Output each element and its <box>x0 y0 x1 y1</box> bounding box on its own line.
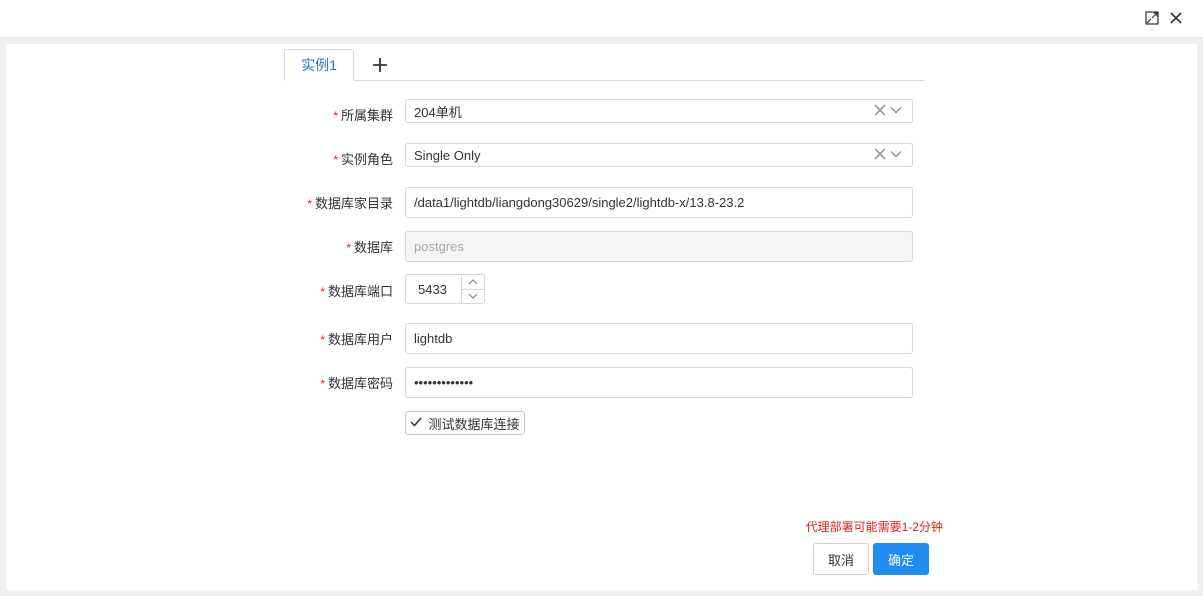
port-label-text: 数据库端口 <box>327 284 393 299</box>
cancel-button[interactable]: 取消 <box>813 543 869 575</box>
dialog-shell: 实例1 * 所属集群 204单机 * 实例角色 Single Only * 数据… <box>0 38 1203 596</box>
home-dir-label-text: 数据库家目录 <box>314 196 393 211</box>
port-label: * 数据库端口 <box>236 281 393 300</box>
password-value: ••••••••••••• <box>414 375 474 390</box>
chevron-down-icon[interactable] <box>462 290 484 304</box>
role-label-text: 实例角色 <box>340 152 393 167</box>
chevron-up-icon[interactable] <box>462 275 484 290</box>
required-mark: * <box>333 153 338 167</box>
user-input[interactable]: lightdb <box>405 323 913 354</box>
home-dir-input[interactable]: /data1/lightdb/liangdong30629/single2/li… <box>405 187 913 218</box>
confirm-button[interactable]: 确定 <box>873 543 929 575</box>
chevron-down-icon[interactable] <box>890 104 902 119</box>
password-label-text: 数据库密码 <box>327 376 393 391</box>
required-mark: * <box>346 241 351 255</box>
role-select[interactable]: Single Only <box>405 143 913 167</box>
database-value: postgres <box>414 239 464 254</box>
clear-icon[interactable] <box>874 104 886 119</box>
user-value: lightdb <box>414 331 453 346</box>
user-label: * 数据库用户 <box>236 329 393 348</box>
window-titlebar <box>0 0 1203 38</box>
plus-icon[interactable] <box>368 53 392 77</box>
required-mark: * <box>333 109 338 123</box>
chevron-down-icon[interactable] <box>890 148 902 163</box>
home-dir-label: * 数据库家目录 <box>236 193 393 212</box>
user-label-text: 数据库用户 <box>327 332 393 347</box>
password-input[interactable]: ••••••••••••• <box>405 367 913 398</box>
required-mark: * <box>320 285 325 299</box>
deploy-notice: 代理部署可能需要1-2分钟 <box>805 520 943 534</box>
cluster-label: * 所属集群 <box>236 105 393 124</box>
password-label: * 数据库密码 <box>236 373 393 392</box>
check-icon <box>410 416 423 431</box>
cluster-select[interactable]: 204单机 <box>405 99 913 123</box>
dialog-panel: 实例1 * 所属集群 204单机 * 实例角色 Single Only * 数据… <box>6 44 1197 590</box>
database-input: postgres <box>405 231 913 262</box>
instance-tabs: 实例1 <box>284 49 924 81</box>
tab-instance-1[interactable]: 实例1 <box>284 49 354 81</box>
database-label-text: 数据库 <box>353 240 393 255</box>
required-mark: * <box>320 377 325 391</box>
role-label: * 实例角色 <box>236 149 393 168</box>
expand-icon[interactable] <box>1143 9 1161 27</box>
test-connection-label: 测试数据库连接 <box>428 416 520 432</box>
required-mark: * <box>320 333 325 347</box>
cluster-label-text: 所属集群 <box>340 108 393 123</box>
required-mark: * <box>307 197 312 211</box>
cluster-value: 204单机 <box>414 104 462 120</box>
port-stepper[interactable]: 5433 <box>405 274 485 304</box>
test-connection-button[interactable]: 测试数据库连接 <box>405 411 525 435</box>
port-value[interactable]: 5433 <box>406 275 461 303</box>
close-icon[interactable] <box>1167 9 1185 27</box>
clear-icon[interactable] <box>874 148 886 163</box>
role-value: Single Only <box>414 147 481 163</box>
database-label: * 数据库 <box>236 237 393 256</box>
home-dir-value: /data1/lightdb/liangdong30629/single2/li… <box>414 195 745 210</box>
